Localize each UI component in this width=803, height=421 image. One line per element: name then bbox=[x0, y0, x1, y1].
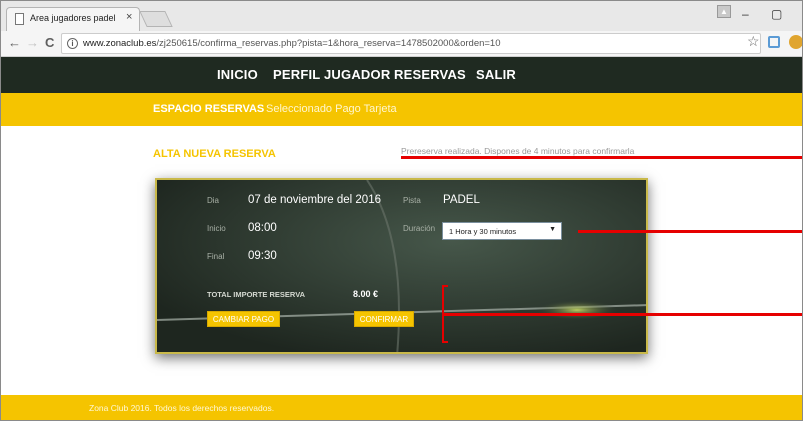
url-host: www.zonaclub.es bbox=[83, 38, 157, 49]
new-tab-button[interactable] bbox=[139, 11, 173, 27]
tab-title: Area jugadores padel bbox=[30, 13, 116, 23]
annotation-line-botones bbox=[444, 313, 802, 316]
inicio-value: 08:00 bbox=[248, 222, 277, 234]
duracion-label: Duración bbox=[403, 224, 436, 233]
nav-perfil-jugador[interactable]: PERFIL JUGADOR bbox=[273, 67, 390, 82]
tab-close-icon[interactable]: × bbox=[126, 11, 132, 23]
annotation-line-prereserva bbox=[401, 156, 802, 159]
maximize-icon[interactable]: ▢ bbox=[771, 7, 782, 21]
sub-navbar: ESPACIO RESERVAS Seleccionado Pago Tarje… bbox=[1, 93, 802, 126]
cambiar-pago-button[interactable]: CAMBIAR PAGO bbox=[207, 311, 280, 327]
tab-strip: Area jugadores padel × ▲ – ▢ bbox=[1, 1, 802, 31]
annotation-bracket-top bbox=[442, 285, 448, 287]
annotation-bracket-bottom bbox=[442, 341, 448, 343]
reservation-panel: Dia 07 de noviembre del 2016 Inicio 08:0… bbox=[155, 178, 648, 354]
duracion-selected-value: 1 Hora y 30 minutos bbox=[449, 227, 517, 236]
browser-tab[interactable]: Area jugadores padel × bbox=[6, 7, 140, 31]
url-path: /zj250615/confirma_reservas.php?pista=1&… bbox=[156, 38, 501, 49]
site-footer: Zona Club 2016. Todos los derechos reser… bbox=[1, 395, 802, 420]
sub-nav-pago-tarjeta[interactable]: Seleccionado Pago Tarjeta bbox=[266, 103, 397, 115]
total-value: 8.00 € bbox=[353, 289, 379, 299]
pista-value: PADEL bbox=[443, 194, 480, 206]
dia-label: Dia bbox=[207, 196, 220, 205]
bookmark-star-icon[interactable]: ☆ bbox=[747, 33, 760, 50]
forward-arrow-icon[interactable]: → bbox=[26, 35, 39, 50]
site-info-icon[interactable]: i bbox=[67, 38, 78, 49]
dropdown-arrow-icon: ▼ bbox=[549, 226, 556, 233]
confirmar-button[interactable]: CONFIRMAR bbox=[354, 311, 414, 327]
annotation-line-duracion bbox=[578, 230, 802, 233]
nav-inicio[interactable]: INICIO bbox=[217, 67, 258, 82]
minimize-icon[interactable]: – bbox=[742, 7, 749, 21]
nav-reservas[interactable]: RESERVAS bbox=[394, 67, 466, 82]
page-title: ALTA NUEVA RESERVA bbox=[153, 148, 276, 160]
url-text[interactable]: www.zonaclub.es/zj250615/confirma_reserv… bbox=[83, 38, 501, 49]
page-icon bbox=[15, 13, 24, 25]
extension-badge-icon[interactable] bbox=[789, 35, 802, 49]
nav-salir[interactable]: SALIR bbox=[476, 67, 516, 82]
final-value: 09:30 bbox=[248, 250, 277, 262]
dia-value: 07 de noviembre del 2016 bbox=[248, 194, 381, 206]
sub-nav-espacio-reservas[interactable]: ESPACIO RESERVAS bbox=[153, 103, 264, 115]
footer-copyright: Zona Club 2016. Todos los derechos reser… bbox=[89, 403, 275, 413]
address-bar[interactable]: i www.zonaclub.es/zj250615/confirma_rese… bbox=[61, 33, 761, 54]
prereserva-message: Prereserva realizada. Dispones de 4 minu… bbox=[401, 146, 635, 156]
pista-label: Pista bbox=[403, 196, 421, 205]
back-arrow-icon[interactable]: ← bbox=[8, 35, 21, 50]
final-label: Final bbox=[207, 252, 225, 261]
site-navbar: INICIO PERFIL JUGADOR RESERVAS SALIR bbox=[1, 57, 802, 93]
duracion-select[interactable]: 1 Hora y 30 minutos ▼ bbox=[442, 222, 562, 240]
reload-icon[interactable]: C bbox=[45, 35, 54, 50]
user-profile-icon[interactable]: ▲ bbox=[717, 5, 731, 18]
inicio-label: Inicio bbox=[207, 224, 226, 233]
total-label: TOTAL IMPORTE RESERVA bbox=[207, 290, 306, 299]
extension-icon[interactable] bbox=[768, 36, 780, 48]
browser-window: Area jugadores padel × ▲ – ▢ ← → C i www… bbox=[0, 0, 803, 421]
browser-toolbar: ← → C i www.zonaclub.es/zj250615/confirm… bbox=[1, 31, 802, 57]
